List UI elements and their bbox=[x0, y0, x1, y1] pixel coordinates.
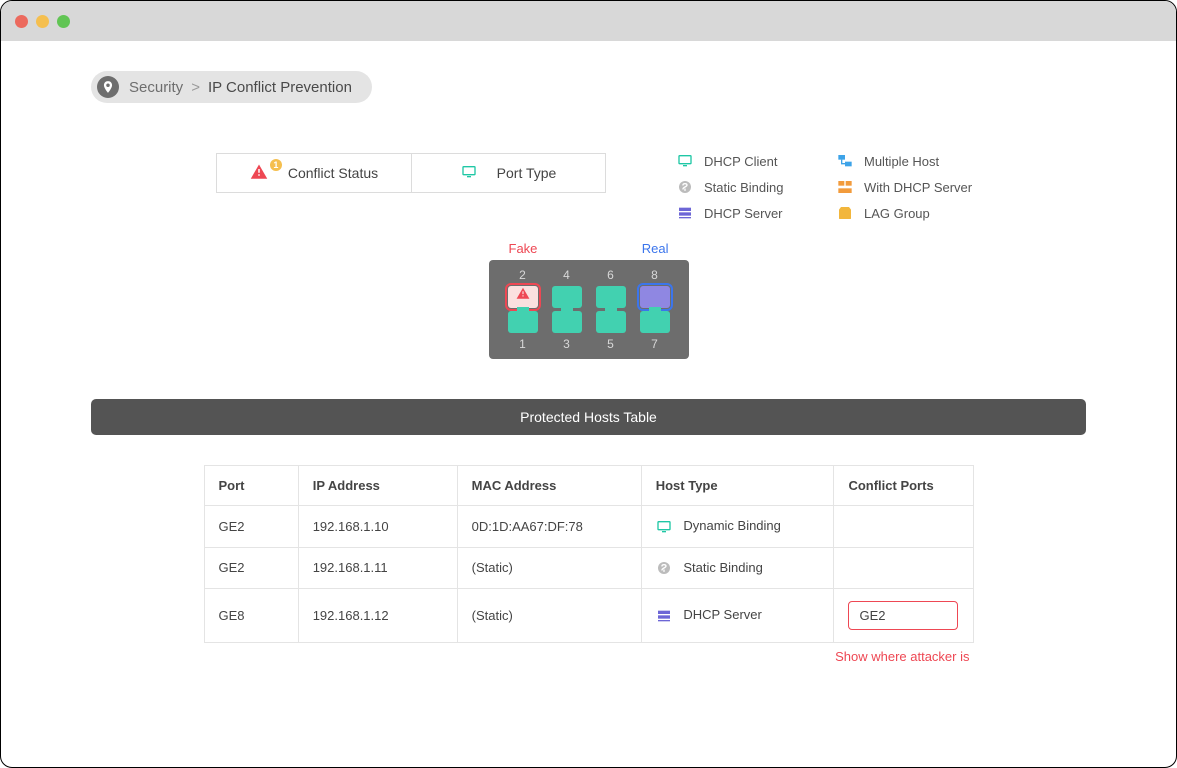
fake-label: Fake bbox=[509, 241, 538, 256]
attacker-note: Show where attacker is bbox=[204, 649, 974, 664]
tab-port-type[interactable]: Port Type bbox=[411, 153, 606, 193]
switch-panel: Fake Real 2 4 6 8 bbox=[489, 241, 689, 359]
conflict-count-badge: 1 bbox=[270, 159, 282, 171]
port-number: 2 bbox=[519, 268, 526, 282]
table-row[interactable]: GE8 192.168.1.12 (Static) DHCP Server GE… bbox=[204, 589, 973, 643]
legend-dhcp-client: DHCP Client bbox=[676, 153, 836, 169]
breadcrumb-parent[interactable]: Security bbox=[129, 79, 183, 96]
legend-label: Multiple Host bbox=[864, 154, 939, 169]
legend-label: LAG Group bbox=[864, 206, 930, 221]
cell-conflict bbox=[834, 547, 973, 589]
protected-hosts-table: Port IP Address MAC Address Host Type Co… bbox=[204, 465, 974, 643]
legend-multiple-host: Multiple Host bbox=[836, 153, 996, 169]
cell-ip: 192.168.1.12 bbox=[298, 589, 457, 643]
port-row-top bbox=[501, 286, 677, 308]
cell-ip: 192.168.1.10 bbox=[298, 506, 457, 548]
host-type-text: Static Binding bbox=[683, 560, 763, 575]
cell-port: GE2 bbox=[204, 506, 298, 548]
port-number: 3 bbox=[563, 337, 570, 351]
dhcp-client-icon bbox=[676, 153, 694, 169]
legend-label: With DHCP Server bbox=[864, 180, 972, 195]
with-dhcp-server-icon bbox=[836, 179, 854, 195]
port-number: 5 bbox=[607, 337, 614, 351]
content-area: Security > IP Conflict Prevention 1 Conf… bbox=[1, 41, 1176, 684]
port-6[interactable] bbox=[596, 286, 626, 308]
tab-label: Port Type bbox=[497, 165, 557, 181]
port-row-bottom bbox=[501, 311, 677, 333]
port-number: 1 bbox=[519, 337, 526, 351]
monitor-icon bbox=[461, 164, 487, 183]
real-label: Real bbox=[642, 241, 669, 256]
breadcrumb: Security > IP Conflict Prevention bbox=[91, 71, 372, 103]
static-binding-icon bbox=[676, 179, 694, 195]
cell-conflict: GE2 bbox=[834, 589, 973, 643]
lag-group-icon bbox=[836, 205, 854, 221]
cell-mac: (Static) bbox=[457, 589, 641, 643]
legend-static-binding: Static Binding bbox=[676, 179, 836, 195]
col-port: Port bbox=[204, 466, 298, 506]
legend-label: Static Binding bbox=[704, 180, 784, 195]
port-numbers-bottom: 1 3 5 7 bbox=[501, 337, 677, 351]
dhcp-server-icon bbox=[656, 608, 672, 624]
port-numbers-top: 2 4 6 8 bbox=[501, 268, 677, 282]
cell-mac: 0D:1D:AA67:DF:78 bbox=[457, 506, 641, 548]
cell-mac: (Static) bbox=[457, 547, 641, 589]
port-7[interactable] bbox=[640, 311, 670, 333]
alert-icon: 1 bbox=[250, 163, 278, 184]
col-host-type: Host Type bbox=[641, 466, 834, 506]
location-icon bbox=[97, 76, 119, 98]
port-number: 6 bbox=[607, 268, 614, 282]
table-header-row: Port IP Address MAC Address Host Type Co… bbox=[204, 466, 973, 506]
cell-port: GE2 bbox=[204, 547, 298, 589]
dhcp-server-icon bbox=[676, 205, 694, 221]
port-1[interactable] bbox=[508, 311, 538, 333]
port-5[interactable] bbox=[596, 311, 626, 333]
port-2-fake[interactable] bbox=[508, 286, 538, 308]
tab-label: Conflict Status bbox=[288, 165, 378, 181]
port-number: 7 bbox=[651, 337, 658, 351]
col-mac: MAC Address bbox=[457, 466, 641, 506]
table-row[interactable]: GE2 192.168.1.10 0D:1D:AA67:DF:78 Dynami… bbox=[204, 506, 973, 548]
legend-with-dhcp-server: With DHCP Server bbox=[836, 179, 996, 195]
cell-conflict bbox=[834, 506, 973, 548]
window-titlebar bbox=[1, 1, 1176, 41]
col-ip: IP Address bbox=[298, 466, 457, 506]
cell-host-type: Static Binding bbox=[641, 547, 834, 589]
protected-hosts-title: Protected Hosts Table bbox=[91, 399, 1086, 435]
port-number: 4 bbox=[563, 268, 570, 282]
multiple-host-icon bbox=[836, 153, 854, 169]
tab-conflict-status[interactable]: 1 Conflict Status bbox=[216, 153, 411, 193]
tab-bar: 1 Conflict Status Port Type bbox=[216, 153, 606, 193]
cell-port: GE8 bbox=[204, 589, 298, 643]
alert-icon bbox=[516, 287, 530, 306]
legend-lag-group: LAG Group bbox=[836, 205, 996, 221]
dhcp-client-icon bbox=[656, 519, 672, 535]
port-3[interactable] bbox=[552, 311, 582, 333]
window-maximize-button[interactable] bbox=[57, 15, 70, 28]
window-close-button[interactable] bbox=[15, 15, 28, 28]
table-row[interactable]: GE2 192.168.1.11 (Static) Static Binding bbox=[204, 547, 973, 589]
port-4[interactable] bbox=[552, 286, 582, 308]
host-type-text: Dynamic Binding bbox=[683, 518, 781, 533]
cell-ip: 192.168.1.11 bbox=[298, 547, 457, 589]
app-window: Security > IP Conflict Prevention 1 Conf… bbox=[0, 0, 1177, 768]
cell-host-type: DHCP Server bbox=[641, 589, 834, 643]
host-type-text: DHCP Server bbox=[683, 607, 762, 622]
legend-label: DHCP Server bbox=[704, 206, 783, 221]
window-minimize-button[interactable] bbox=[36, 15, 49, 28]
legend-label: DHCP Client bbox=[704, 154, 777, 169]
static-binding-icon bbox=[656, 560, 672, 576]
legend: DHCP Client Multiple Host Static Binding bbox=[676, 153, 996, 221]
port-number: 8 bbox=[651, 268, 658, 282]
col-conflict: Conflict Ports bbox=[834, 466, 973, 506]
legend-dhcp-server: DHCP Server bbox=[676, 205, 836, 221]
port-8-real[interactable] bbox=[640, 286, 670, 308]
cell-host-type: Dynamic Binding bbox=[641, 506, 834, 548]
breadcrumb-current: IP Conflict Prevention bbox=[208, 79, 352, 96]
breadcrumb-separator: > bbox=[191, 79, 200, 96]
conflict-port-badge[interactable]: GE2 bbox=[848, 601, 958, 630]
